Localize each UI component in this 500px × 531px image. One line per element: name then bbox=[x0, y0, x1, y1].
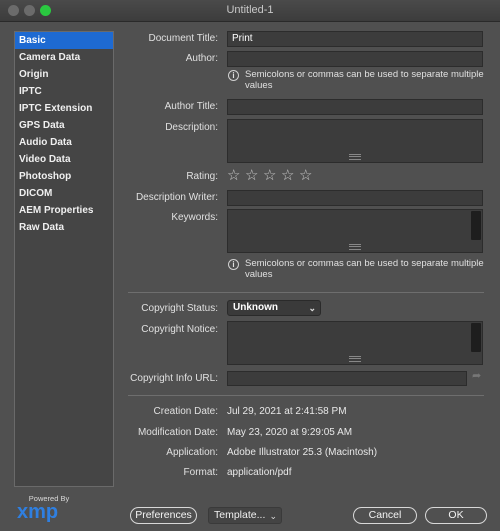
application-label: Application: bbox=[166, 447, 218, 458]
format-label: Format: bbox=[183, 467, 218, 478]
copyright-notice-scrollbar[interactable] bbox=[471, 323, 481, 352]
description-writer-field[interactable] bbox=[227, 190, 483, 206]
document-title-field[interactable]: Print bbox=[227, 31, 483, 47]
star-icon[interactable]: ☆ bbox=[281, 168, 299, 184]
rating-stars: ☆ ☆ ☆ ☆ ☆ bbox=[227, 168, 317, 184]
star-icon[interactable]: ☆ bbox=[263, 168, 281, 184]
keywords-info-note: i Semicolons or commas can be used to se… bbox=[227, 258, 492, 280]
divider bbox=[128, 395, 484, 396]
template-button[interactable]: Template... ⌄ bbox=[208, 507, 282, 524]
chevron-down-icon: ⌄ bbox=[308, 303, 316, 313]
description-writer-label: Description Writer: bbox=[135, 192, 218, 203]
sidebar-item-iptc[interactable]: IPTC bbox=[15, 83, 113, 100]
xmp-logo: Powered By xmp bbox=[14, 494, 74, 524]
info-icon: i bbox=[228, 70, 239, 81]
sidebar-item-origin[interactable]: Origin bbox=[15, 66, 113, 83]
rating-label: Rating: bbox=[186, 171, 218, 182]
resize-grip-icon[interactable] bbox=[349, 154, 361, 160]
copyright-status-label: Copyright Status: bbox=[141, 303, 218, 314]
sidebar-item-video-data[interactable]: Video Data bbox=[15, 151, 113, 168]
copyright-status-select[interactable]: Unknown ⌄ bbox=[227, 300, 321, 316]
keywords-label: Keywords: bbox=[171, 212, 218, 223]
copyright-url-label: Copyright Info URL: bbox=[130, 373, 218, 384]
copyright-notice-label: Copyright Notice: bbox=[141, 324, 218, 335]
author-info-text: Semicolons or commas can be used to sepa… bbox=[245, 69, 484, 91]
document-title-label: Document Title: bbox=[148, 33, 218, 44]
creation-date-label: Creation Date: bbox=[153, 406, 218, 417]
sidebar-item-audio-data[interactable]: Audio Data bbox=[15, 134, 113, 151]
star-icon[interactable]: ☆ bbox=[245, 168, 263, 184]
creation-date-value: Jul 29, 2021 at 2:41:58 PM bbox=[227, 406, 347, 417]
title-bar: Untitled-1 bbox=[0, 0, 500, 22]
author-label: Author: bbox=[185, 53, 218, 64]
keywords-scrollbar[interactable] bbox=[471, 211, 481, 240]
category-sidebar: Basic Camera Data Origin IPTC IPTC Exten… bbox=[14, 31, 114, 487]
keywords-textarea[interactable] bbox=[227, 209, 483, 253]
divider bbox=[128, 292, 484, 293]
copyright-url-field[interactable] bbox=[227, 371, 467, 386]
application-value: Adobe Illustrator 25.3 (Macintosh) bbox=[227, 447, 378, 458]
template-label: Template... bbox=[214, 509, 266, 521]
resize-grip-icon[interactable] bbox=[349, 356, 361, 362]
star-icon[interactable]: ☆ bbox=[299, 168, 317, 184]
cancel-button[interactable]: Cancel bbox=[353, 507, 417, 524]
xmp-logo-text: xmp bbox=[17, 501, 59, 523]
ok-button[interactable]: OK bbox=[425, 507, 487, 524]
author-title-label: Author Title: bbox=[164, 101, 218, 112]
resize-grip-icon[interactable] bbox=[349, 244, 361, 250]
info-icon: i bbox=[228, 259, 239, 270]
format-value: application/pdf bbox=[227, 467, 292, 478]
star-icon[interactable]: ☆ bbox=[227, 168, 245, 184]
description-label: Description: bbox=[165, 122, 218, 133]
preferences-button[interactable]: Preferences bbox=[130, 507, 197, 524]
window-title: Untitled-1 bbox=[226, 4, 274, 16]
author-field[interactable] bbox=[227, 51, 483, 67]
copyright-notice-textarea[interactable] bbox=[227, 321, 483, 365]
chevron-down-icon: ⌄ bbox=[269, 511, 277, 521]
author-title-field[interactable] bbox=[227, 99, 483, 115]
modification-date-value: May 23, 2020 at 9:29:05 AM bbox=[227, 427, 353, 438]
description-textarea[interactable] bbox=[227, 119, 483, 163]
modification-date-label: Modification Date: bbox=[137, 427, 218, 438]
author-info-note: i Semicolons or commas can be used to se… bbox=[227, 69, 492, 91]
arrow-right-icon[interactable]: ➦ bbox=[472, 369, 481, 382]
keywords-info-text: Semicolons or commas can be used to sepa… bbox=[245, 258, 484, 280]
copyright-status-value: Unknown bbox=[233, 302, 278, 313]
